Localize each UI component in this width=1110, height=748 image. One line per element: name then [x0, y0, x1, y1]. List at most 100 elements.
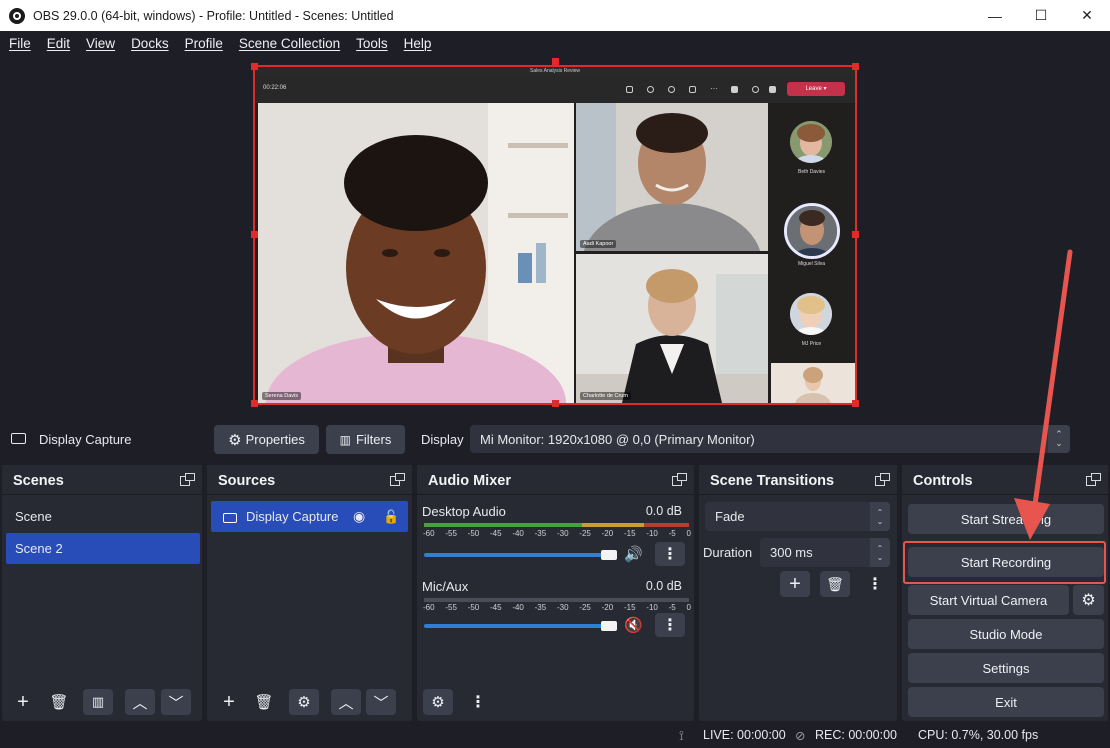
transition-menu-icon[interactable]: ⋮ [860, 571, 890, 597]
undock-icon[interactable] [180, 473, 196, 487]
scene-transitions-dock: Scene Transitions Fade ⌃ ⌄ Duration 300 m… [699, 465, 897, 721]
resize-handle[interactable] [852, 63, 859, 70]
move-up-icon[interactable]: ︿ [331, 689, 361, 715]
scene-item-selected[interactable]: Scene 2 [6, 533, 200, 564]
sources-title: Sources [218, 473, 276, 489]
trash-icon[interactable]: 🗑 [820, 571, 850, 597]
move-down-icon[interactable]: ﹀ [161, 689, 191, 715]
undock-icon[interactable] [672, 473, 688, 487]
participant-name: Miguel Silva [798, 261, 825, 267]
move-down-icon[interactable]: ﹀ [366, 689, 396, 715]
duration-spinbox[interactable]: 300 ms ⌃ ⌄ [760, 538, 890, 567]
source-toolbar: Display Capture ⚙ Properties ▥ Filters Dis… [0, 421, 1110, 458]
meter-ticks: -60 -55 -50 -45 -40 -35 -30 -25 -20 -15 -10 -5 0 [423, 603, 691, 612]
resize-handle[interactable] [852, 231, 859, 238]
select-arrows-icon: ⌃ ⌄ [1048, 425, 1070, 453]
menu-edit[interactable]: Edit [47, 36, 70, 51]
add-icon[interactable]: + [214, 689, 244, 715]
volume-slider[interactable] [424, 624, 614, 628]
scenes-dock: Scenes Scene Scene 2 + 🗑 ▥ ︿ ﹀ [2, 465, 202, 721]
participant-tile-self [771, 363, 855, 403]
undock-icon[interactable] [390, 473, 406, 487]
transition-select-value: Fade [715, 509, 745, 524]
source-item-selected[interactable]: Display Capture ◉ 🔓 [211, 501, 408, 532]
studio-mode-button[interactable]: Studio Mode [908, 619, 1104, 649]
advanced-audio-gear-icon[interactable]: ⚙ [423, 689, 453, 715]
display-capture-icon [11, 433, 26, 444]
trash-icon[interactable]: 🗑 [249, 689, 279, 715]
transition-select[interactable]: Fade ⌃ ⌄ [705, 502, 890, 531]
participant-tile-3: Charlotte de Crum [576, 254, 768, 403]
track-menu-button[interactable]: ⋮ [655, 613, 685, 637]
resize-handle[interactable] [552, 400, 559, 407]
menu-tools[interactable]: Tools [356, 36, 388, 51]
filters-button[interactable]: ▥ Filters [326, 425, 405, 454]
avatar-active-speaker [784, 203, 840, 259]
track-db: 0.0 dB [645, 504, 682, 518]
trash-icon[interactable]: 🗑 [44, 689, 74, 715]
monitor-icon [223, 512, 237, 523]
sources-dock: Sources Display Capture ◉ 🔓 + 🗑 ⚙ ︿ ﹀ [207, 465, 412, 721]
menu-help[interactable]: Help [404, 36, 432, 51]
preview-canvas[interactable]: Sales Analysis Review 00:22:06 ··· Leave… [255, 67, 855, 403]
meeting-timer: 00:22:06 [263, 85, 287, 91]
virtual-camera-gear-icon[interactable]: ⚙ [1073, 585, 1104, 615]
react-icon [668, 86, 675, 93]
maximize-button[interactable]: ☐ [1018, 0, 1064, 31]
scene-transitions-title: Scene Transitions [710, 473, 835, 489]
volume-slider-handle[interactable] [601, 550, 617, 560]
source-item-label: Display Capture [246, 509, 339, 524]
speaker-muted-icon[interactable]: 🔇 [624, 618, 643, 634]
exit-button[interactable]: Exit [908, 687, 1104, 717]
undock-icon[interactable] [1086, 473, 1102, 487]
menu-file[interactable]: File [9, 36, 31, 51]
speaker-icon[interactable]: 🔊 [624, 547, 643, 563]
start-recording-button[interactable]: Start Recording [908, 547, 1104, 577]
scene-filters-icon[interactable]: ▥ [83, 689, 113, 715]
properties-button[interactable]: ⚙ Properties [214, 425, 319, 454]
meeting-title: Sales Analysis Review [255, 67, 855, 75]
participant-tile-2: Aadi Kapoor [576, 103, 768, 251]
menu-docks[interactable]: Docks [131, 36, 169, 51]
duration-label: Duration [703, 545, 753, 560]
track-menu-button[interactable]: ⋮ [655, 542, 685, 566]
menu-view[interactable]: View [86, 36, 115, 51]
volume-slider[interactable] [424, 553, 614, 557]
undock-icon[interactable] [875, 473, 891, 487]
scene-item[interactable]: Scene [6, 501, 200, 532]
menu-scene-collection[interactable]: Scene Collection [239, 36, 340, 51]
start-streaming-button[interactable]: Start Streaming [908, 504, 1104, 534]
lock-icon[interactable]: 🔓 [383, 501, 399, 532]
add-transition-icon[interactable]: + [780, 571, 810, 597]
resize-handle[interactable] [552, 58, 559, 65]
close-button[interactable]: ✕ [1064, 0, 1110, 31]
menu-profile[interactable]: Profile [185, 36, 223, 51]
display-select[interactable]: Mi Monitor: 1920x1080 @ 0,0 (Primary Mon… [470, 425, 1070, 453]
title-bar: OBS 29.0.0 (64-bit, windows) - Profile: … [0, 0, 1110, 31]
selected-source-name: Display Capture [39, 432, 132, 447]
obs-logo-icon [9, 7, 25, 24]
people-icon [626, 86, 633, 93]
notes-icon [689, 86, 696, 93]
gear-icon[interactable]: ⚙ [289, 689, 319, 715]
resize-handle[interactable] [852, 400, 859, 407]
preview-area[interactable]: Sales Analysis Review 00:22:06 ··· Leave… [0, 56, 1110, 416]
menu-bar: File Edit View Docks Profile Scene Colle… [0, 31, 1110, 56]
volume-slider-handle[interactable] [601, 621, 617, 631]
resize-handle[interactable] [251, 231, 258, 238]
filter-icon: ▥ [339, 432, 351, 447]
settings-button[interactable]: Settings [908, 653, 1104, 683]
add-icon[interactable]: + [8, 689, 38, 715]
resize-handle[interactable] [251, 63, 258, 70]
move-up-icon[interactable]: ︿ [125, 689, 155, 715]
track-db: 0.0 dB [645, 579, 682, 593]
resize-handle[interactable] [251, 400, 258, 407]
minimize-button[interactable]: — [972, 0, 1018, 31]
start-virtual-camera-button[interactable]: Start Virtual Camera [908, 585, 1069, 615]
controls-title: Controls [913, 473, 973, 489]
display-select-value: Mi Monitor: 1920x1080 @ 0,0 (Primary Mon… [480, 432, 755, 447]
mixer-menu-icon[interactable]: ⋮ [463, 689, 493, 715]
live-status: LIVE: 00:00:00 [703, 728, 786, 742]
participant-tile-main: Serena Davis [258, 103, 574, 403]
eye-icon[interactable]: ◉ [353, 501, 365, 532]
